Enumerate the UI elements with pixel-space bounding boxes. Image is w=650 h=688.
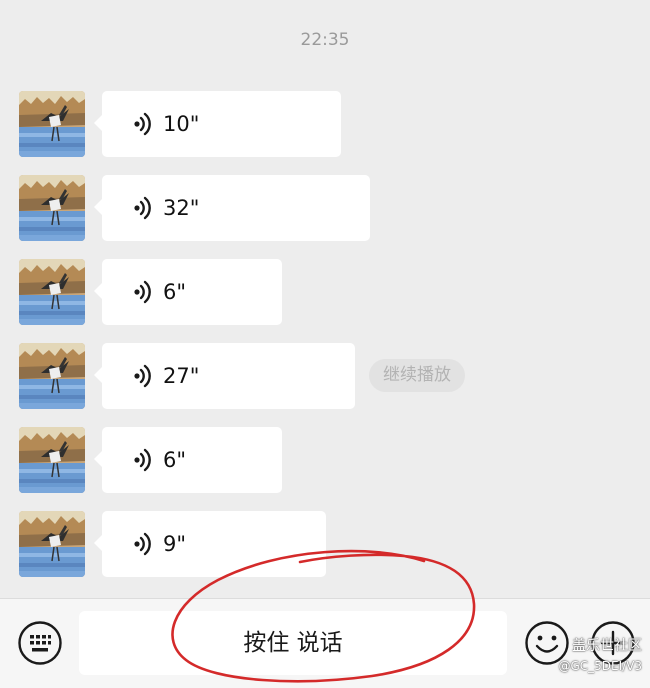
voice-wave-icon xyxy=(132,363,154,389)
avatar[interactable] xyxy=(19,427,85,493)
voice-duration: 9" xyxy=(163,532,187,556)
hold-to-talk-button[interactable]: 按住 说话 xyxy=(79,611,507,675)
chat-input-bar: 按住 说话 xyxy=(0,598,650,688)
voice-wave-icon xyxy=(132,111,154,137)
voice-wave-icon xyxy=(132,279,154,305)
voice-wave-icon xyxy=(132,447,154,473)
voice-message-row: 32" xyxy=(0,175,650,241)
voice-message-bubble[interactable]: 6" xyxy=(94,427,282,493)
voice-message-row: 6" xyxy=(0,259,650,325)
watermark-title: 盖乐世社区 xyxy=(572,638,642,654)
chat-area[interactable]: 22:35 10" 32" 6" 27" 继续播放 6" 9" xyxy=(0,0,650,598)
avatar[interactable] xyxy=(19,175,85,241)
voice-message-bubble[interactable]: 6" xyxy=(94,259,282,325)
voice-message-row: 6" xyxy=(0,427,650,493)
voice-message-bubble[interactable]: 27" xyxy=(94,343,355,409)
voice-duration: 32" xyxy=(163,196,200,220)
voice-duration: 10" xyxy=(163,112,200,136)
voice-duration: 27" xyxy=(163,364,200,388)
voice-duration: 6" xyxy=(163,448,187,472)
voice-message-row: 27" 继续播放 xyxy=(0,343,650,409)
voice-wave-icon xyxy=(132,195,154,221)
keyboard-icon[interactable] xyxy=(17,620,63,666)
voice-message-row: 10" xyxy=(0,91,650,157)
voice-message-bubble[interactable]: 9" xyxy=(94,511,326,577)
avatar[interactable] xyxy=(19,91,85,157)
watermark: 盖乐世社区 @GC_5DEI/V3 xyxy=(558,636,642,676)
voice-message-bubble[interactable]: 10" xyxy=(94,91,341,157)
voice-message-row: 9" xyxy=(0,511,650,577)
continue-play-button[interactable]: 继续播放 xyxy=(369,359,465,392)
voice-message-bubble[interactable]: 32" xyxy=(94,175,370,241)
avatar[interactable] xyxy=(19,511,85,577)
message-timestamp: 22:35 xyxy=(300,30,350,50)
avatar[interactable] xyxy=(19,343,85,409)
avatar[interactable] xyxy=(19,259,85,325)
watermark-handle: @GC_5DEI/V3 xyxy=(558,659,642,673)
voice-duration: 6" xyxy=(163,280,187,304)
voice-wave-icon xyxy=(132,531,154,557)
